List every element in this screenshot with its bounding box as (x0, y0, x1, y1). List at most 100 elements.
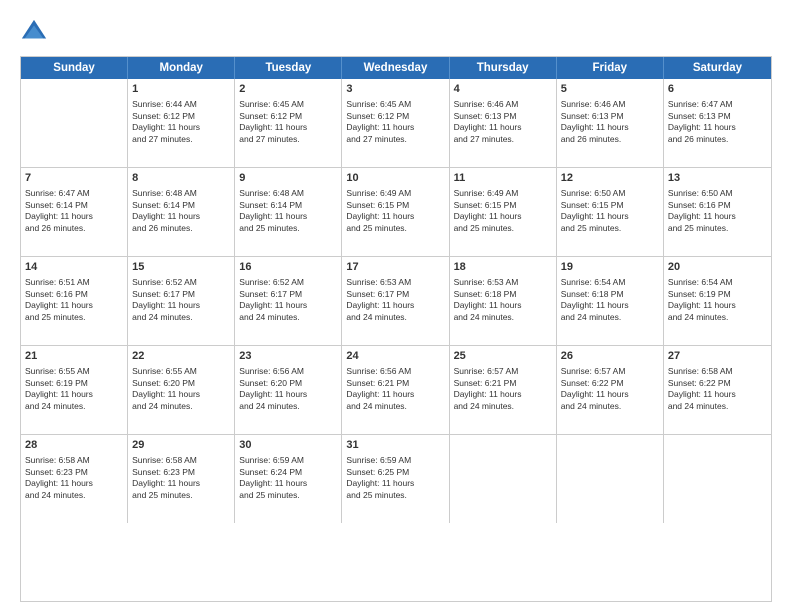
day-number: 21 (25, 349, 123, 364)
cell-info: Sunrise: 6:52 AMSunset: 6:17 PMDaylight:… (132, 277, 230, 324)
cell-info: Sunrise: 6:55 AMSunset: 6:19 PMDaylight:… (25, 366, 123, 413)
cell-info: Sunrise: 6:51 AMSunset: 6:16 PMDaylight:… (25, 277, 123, 324)
calendar-cell: 15Sunrise: 6:52 AMSunset: 6:17 PMDayligh… (128, 257, 235, 345)
cell-info: Sunrise: 6:54 AMSunset: 6:19 PMDaylight:… (668, 277, 767, 324)
day-number: 12 (561, 171, 659, 186)
weekday-header-saturday: Saturday (664, 57, 771, 79)
calendar-cell: 9 Sunrise: 6:48 AMSunset: 6:14 PMDaylight… (235, 168, 342, 256)
day-number: 6 (668, 82, 767, 97)
page: SundayMondayTuesdayWednesdayThursdayFrid… (0, 0, 792, 612)
cell-info: Sunrise: 6:46 AMSunset: 6:13 PMDaylight:… (561, 99, 659, 146)
calendar-cell: 8Sunrise: 6:48 AMSunset: 6:14 PMDaylight… (128, 168, 235, 256)
day-number: 18 (454, 260, 552, 275)
cell-info: Sunrise: 6:47 AMSunset: 6:14 PMDaylight:… (25, 188, 123, 235)
logo-icon (20, 18, 48, 46)
day-number: 3 (346, 82, 444, 97)
weekday-header-tuesday: Tuesday (235, 57, 342, 79)
cell-info: Sunrise: 6:45 AMSunset: 6:12 PMDaylight:… (346, 99, 444, 146)
calendar-cell: 29 Sunrise: 6:58 AMSunset: 6:23 PMDayligh… (128, 435, 235, 523)
calendar-cell: 7 Sunrise: 6:47 AMSunset: 6:14 PMDaylight… (21, 168, 128, 256)
cell-info: Sunrise: 6:55 AMSunset: 6:20 PMDaylight:… (132, 366, 230, 413)
calendar-cell: 24 Sunrise: 6:56 AMSunset: 6:21 PMDayligh… (342, 346, 449, 434)
calendar-row-4: 28 Sunrise: 6:58 AMSunset: 6:23 PMDayligh… (21, 435, 771, 523)
day-number: 31 (346, 438, 444, 453)
weekday-header-thursday: Thursday (450, 57, 557, 79)
cell-info: Sunrise: 6:59 AMSunset: 6:25 PMDaylight:… (346, 455, 444, 502)
calendar-cell: 17 Sunrise: 6:53 AMSunset: 6:17 PMDayligh… (342, 257, 449, 345)
calendar-header: SundayMondayTuesdayWednesdayThursdayFrid… (21, 57, 771, 79)
calendar-cell: 10Sunrise: 6:49 AMSunset: 6:15 PMDayligh… (342, 168, 449, 256)
logo (20, 18, 52, 46)
calendar: SundayMondayTuesdayWednesdayThursdayFrid… (20, 56, 772, 602)
calendar-cell: 30 Sunrise: 6:59 AMSunset: 6:24 PMDayligh… (235, 435, 342, 523)
cell-info: Sunrise: 6:49 AMSunset: 6:15 PMDaylight:… (346, 188, 444, 235)
weekday-header-wednesday: Wednesday (342, 57, 449, 79)
cell-info: Sunrise: 6:44 AMSunset: 6:12 PMDaylight:… (132, 99, 230, 146)
calendar-cell: 22 Sunrise: 6:55 AMSunset: 6:20 PMDayligh… (128, 346, 235, 434)
calendar-cell: 19 Sunrise: 6:54 AMSunset: 6:18 PMDayligh… (557, 257, 664, 345)
cell-info: Sunrise: 6:48 AMSunset: 6:14 PMDaylight:… (239, 188, 337, 235)
cell-info: Sunrise: 6:46 AMSunset: 6:13 PMDaylight:… (454, 99, 552, 146)
calendar-cell: 12 Sunrise: 6:50 AMSunset: 6:15 PMDayligh… (557, 168, 664, 256)
day-number: 4 (454, 82, 552, 97)
cell-info: Sunrise: 6:56 AMSunset: 6:21 PMDaylight:… (346, 366, 444, 413)
day-number: 30 (239, 438, 337, 453)
day-number: 22 (132, 349, 230, 364)
calendar-row-0: 1Sunrise: 6:44 AMSunset: 6:12 PMDaylight… (21, 79, 771, 168)
calendar-cell: 28 Sunrise: 6:58 AMSunset: 6:23 PMDayligh… (21, 435, 128, 523)
day-number: 27 (668, 349, 767, 364)
calendar-row-1: 7 Sunrise: 6:47 AMSunset: 6:14 PMDaylight… (21, 168, 771, 257)
cell-info: Sunrise: 6:53 AMSunset: 6:17 PMDaylight:… (346, 277, 444, 324)
day-number: 26 (561, 349, 659, 364)
calendar-cell: 11 Sunrise: 6:49 AMSunset: 6:15 PMDayligh… (450, 168, 557, 256)
day-number: 17 (346, 260, 444, 275)
calendar-row-2: 14 Sunrise: 6:51 AMSunset: 6:16 PMDayligh… (21, 257, 771, 346)
calendar-cell: 23Sunrise: 6:56 AMSunset: 6:20 PMDayligh… (235, 346, 342, 434)
weekday-header-friday: Friday (557, 57, 664, 79)
calendar-cell: 31 Sunrise: 6:59 AMSunset: 6:25 PMDayligh… (342, 435, 449, 523)
calendar-cell: 6Sunrise: 6:47 AMSunset: 6:13 PMDaylight… (664, 79, 771, 167)
calendar-cell (664, 435, 771, 523)
cell-info: Sunrise: 6:53 AMSunset: 6:18 PMDaylight:… (454, 277, 552, 324)
cell-info: Sunrise: 6:50 AMSunset: 6:15 PMDaylight:… (561, 188, 659, 235)
cell-info: Sunrise: 6:54 AMSunset: 6:18 PMDaylight:… (561, 277, 659, 324)
cell-info: Sunrise: 6:58 AMSunset: 6:23 PMDaylight:… (132, 455, 230, 502)
day-number: 20 (668, 260, 767, 275)
day-number: 14 (25, 260, 123, 275)
day-number: 16 (239, 260, 337, 275)
day-number: 2 (239, 82, 337, 97)
calendar-cell: 16 Sunrise: 6:52 AMSunset: 6:17 PMDayligh… (235, 257, 342, 345)
calendar-cell: 2 Sunrise: 6:45 AMSunset: 6:12 PMDaylight… (235, 79, 342, 167)
calendar-cell: 5Sunrise: 6:46 AMSunset: 6:13 PMDaylight… (557, 79, 664, 167)
calendar-cell: 27 Sunrise: 6:58 AMSunset: 6:22 PMDayligh… (664, 346, 771, 434)
day-number: 19 (561, 260, 659, 275)
calendar-cell: 4 Sunrise: 6:46 AMSunset: 6:13 PMDaylight… (450, 79, 557, 167)
cell-info: Sunrise: 6:45 AMSunset: 6:12 PMDaylight:… (239, 99, 337, 146)
cell-info: Sunrise: 6:50 AMSunset: 6:16 PMDaylight:… (668, 188, 767, 235)
cell-info: Sunrise: 6:59 AMSunset: 6:24 PMDaylight:… (239, 455, 337, 502)
cell-info: Sunrise: 6:52 AMSunset: 6:17 PMDaylight:… (239, 277, 337, 324)
day-number: 7 (25, 171, 123, 186)
calendar-cell: 21 Sunrise: 6:55 AMSunset: 6:19 PMDayligh… (21, 346, 128, 434)
day-number: 28 (25, 438, 123, 453)
calendar-cell: 26 Sunrise: 6:57 AMSunset: 6:22 PMDayligh… (557, 346, 664, 434)
day-number: 24 (346, 349, 444, 364)
cell-info: Sunrise: 6:56 AMSunset: 6:20 PMDaylight:… (239, 366, 337, 413)
day-number: 29 (132, 438, 230, 453)
calendar-cell: 18 Sunrise: 6:53 AMSunset: 6:18 PMDayligh… (450, 257, 557, 345)
cell-info: Sunrise: 6:58 AMSunset: 6:22 PMDaylight:… (668, 366, 767, 413)
calendar-cell: 1Sunrise: 6:44 AMSunset: 6:12 PMDaylight… (128, 79, 235, 167)
day-number: 11 (454, 171, 552, 186)
cell-info: Sunrise: 6:57 AMSunset: 6:22 PMDaylight:… (561, 366, 659, 413)
day-number: 9 (239, 171, 337, 186)
cell-info: Sunrise: 6:49 AMSunset: 6:15 PMDaylight:… (454, 188, 552, 235)
calendar-body: 1Sunrise: 6:44 AMSunset: 6:12 PMDaylight… (21, 79, 771, 523)
calendar-cell: 20 Sunrise: 6:54 AMSunset: 6:19 PMDayligh… (664, 257, 771, 345)
calendar-cell (21, 79, 128, 167)
cell-info: Sunrise: 6:48 AMSunset: 6:14 PMDaylight:… (132, 188, 230, 235)
cell-info: Sunrise: 6:58 AMSunset: 6:23 PMDaylight:… (25, 455, 123, 502)
cell-info: Sunrise: 6:57 AMSunset: 6:21 PMDaylight:… (454, 366, 552, 413)
calendar-cell (450, 435, 557, 523)
header (20, 18, 772, 46)
weekday-header-monday: Monday (128, 57, 235, 79)
